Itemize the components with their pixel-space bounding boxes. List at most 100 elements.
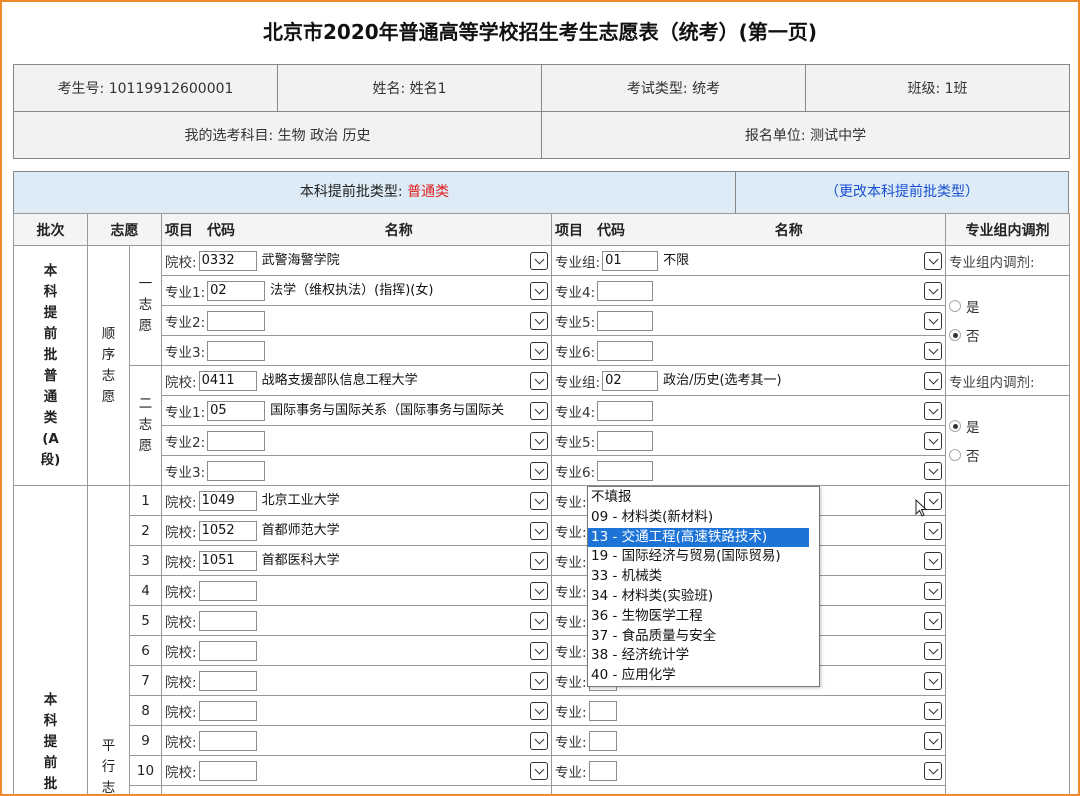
code-input[interactable]	[597, 310, 654, 331]
chevron-down-icon[interactable]	[530, 611, 548, 630]
chevron-down-icon[interactable]	[924, 641, 942, 660]
chevron-down-icon[interactable]	[530, 341, 548, 360]
code-input[interactable]	[198, 550, 257, 571]
dropdown-option[interactable]: 19 - 国际经济与贸易(国际贸易)	[588, 547, 819, 567]
chevron-down-icon[interactable]	[530, 581, 548, 600]
name-select[interactable]	[270, 461, 548, 481]
name-select[interactable]	[658, 431, 942, 451]
chevron-down-icon[interactable]	[530, 761, 548, 780]
name-select[interactable]	[658, 311, 942, 331]
chevron-down-icon[interactable]	[530, 731, 548, 750]
dropdown-option[interactable]: 13 - 交通工程(高速铁路技术)	[588, 527, 809, 548]
name-select[interactable]	[262, 701, 548, 721]
chevron-down-icon[interactable]	[530, 401, 548, 420]
code-input[interactable]	[198, 700, 257, 721]
chevron-down-icon[interactable]	[924, 701, 942, 720]
chevron-down-icon[interactable]	[924, 341, 942, 360]
chevron-down-icon[interactable]	[530, 251, 548, 270]
name-select[interactable]	[658, 341, 942, 361]
chevron-down-icon[interactable]	[530, 461, 548, 480]
name-select[interactable]: 首都医科大学	[262, 551, 548, 571]
chevron-down-icon[interactable]	[924, 731, 942, 750]
dropdown-option[interactable]: 36 - 生物医学工程	[588, 607, 819, 627]
name-select[interactable]	[622, 701, 942, 721]
chevron-down-icon[interactable]	[530, 671, 548, 690]
name-select[interactable]	[262, 731, 548, 751]
name-select[interactable]	[622, 761, 942, 781]
code-input[interactable]	[198, 490, 257, 511]
code-input[interactable]	[597, 280, 654, 301]
code-input[interactable]	[602, 250, 659, 271]
name-select[interactable]	[622, 731, 942, 751]
code-input[interactable]	[597, 400, 654, 421]
chevron-down-icon[interactable]	[924, 431, 942, 450]
dropdown-option[interactable]: 37 - 食品质量与安全	[588, 627, 819, 647]
dropdown-option[interactable]: 不填报	[588, 488, 819, 508]
code-input[interactable]	[198, 640, 257, 661]
chevron-down-icon[interactable]	[530, 701, 548, 720]
chevron-down-icon[interactable]	[530, 491, 548, 510]
code-input[interactable]	[207, 430, 266, 451]
name-select[interactable]	[262, 671, 548, 691]
radio-icon[interactable]	[949, 300, 961, 312]
code-input[interactable]	[602, 370, 659, 391]
name-select[interactable]: 首都师范大学	[262, 521, 548, 541]
code-input[interactable]	[198, 760, 257, 781]
code-input[interactable]	[198, 250, 257, 271]
name-select[interactable]: 政治/历史(选考其一)	[663, 371, 942, 391]
name-select[interactable]: 战略支援部队信息工程大学	[262, 371, 548, 391]
radio-icon[interactable]	[949, 329, 961, 341]
code-input[interactable]	[588, 760, 617, 781]
name-select[interactable]: 国际事务与国际关系（国际事务与国际关	[270, 401, 548, 421]
code-input[interactable]	[198, 670, 257, 691]
name-select[interactable]: 不限	[663, 251, 942, 271]
chevron-down-icon[interactable]	[530, 641, 548, 660]
radio-icon[interactable]	[949, 420, 961, 432]
code-input[interactable]	[207, 400, 266, 421]
code-input[interactable]	[588, 700, 617, 721]
chevron-down-icon[interactable]	[924, 311, 942, 330]
chevron-down-icon[interactable]	[530, 311, 548, 330]
dropdown-option[interactable]: 09 - 材料类(新材料)	[588, 508, 819, 528]
code-input[interactable]	[207, 340, 266, 361]
chevron-down-icon[interactable]	[530, 431, 548, 450]
name-select[interactable]	[262, 611, 548, 631]
chevron-down-icon[interactable]	[530, 281, 548, 300]
chevron-down-icon[interactable]	[924, 581, 942, 600]
code-input[interactable]	[207, 460, 266, 481]
chevron-down-icon[interactable]	[924, 761, 942, 780]
dropdown-option[interactable]: 40 - 应用化学	[588, 666, 819, 686]
code-input[interactable]	[198, 610, 257, 631]
name-select[interactable]	[262, 581, 548, 601]
chevron-down-icon[interactable]	[924, 611, 942, 630]
chevron-down-icon[interactable]	[924, 371, 942, 390]
chevron-down-icon[interactable]	[530, 371, 548, 390]
dropdown-option[interactable]: 33 - 机械类	[588, 567, 819, 587]
code-input[interactable]	[597, 460, 654, 481]
name-select[interactable]: 北京工业大学	[262, 491, 548, 511]
name-select[interactable]	[262, 641, 548, 661]
chevron-down-icon[interactable]	[924, 251, 942, 270]
chevron-down-icon[interactable]	[924, 551, 942, 570]
chevron-down-icon[interactable]	[924, 521, 942, 540]
chevron-down-icon[interactable]	[924, 461, 942, 480]
change-batch-type-link[interactable]: （更改本科提前批类型）	[736, 172, 1068, 213]
adjust-yes-option[interactable]: 是	[949, 296, 1066, 316]
name-select[interactable]	[658, 401, 942, 421]
code-input[interactable]	[588, 730, 617, 751]
code-input[interactable]	[207, 310, 266, 331]
code-input[interactable]	[198, 520, 257, 541]
name-select[interactable]	[270, 431, 548, 451]
code-input[interactable]	[597, 430, 654, 451]
code-input[interactable]	[198, 730, 257, 751]
code-input[interactable]	[198, 370, 257, 391]
adjust-no-option[interactable]: 否	[949, 445, 1066, 465]
code-input[interactable]	[198, 580, 257, 601]
dropdown-option[interactable]: 38 - 经济统计学	[588, 646, 819, 666]
name-select[interactable]	[658, 281, 942, 301]
major-dropdown-list[interactable]: 不填报 09 - 材料类(新材料) 13 - 交通工程(高速铁路技术) 19 - 国际…	[587, 486, 820, 687]
code-input[interactable]	[207, 280, 266, 301]
name-select[interactable]	[658, 461, 942, 481]
chevron-down-icon[interactable]	[530, 551, 548, 570]
name-select[interactable]: 法学（维权执法）(指挥)(女)	[270, 281, 548, 301]
